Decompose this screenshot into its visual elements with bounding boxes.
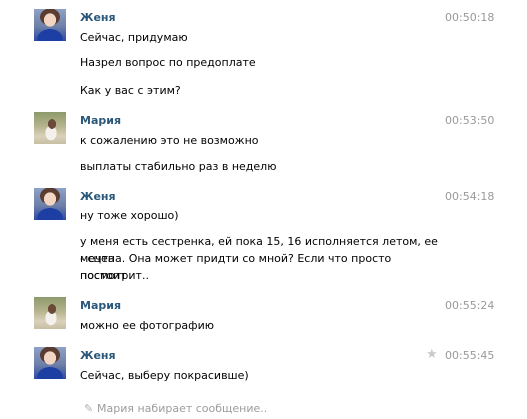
author-name[interactable]: Мария [80,299,121,312]
author-name[interactable]: Женя [80,349,116,362]
author-name[interactable]: Мария [80,114,121,127]
message-text: выплаты стабильно раз в неделю [80,160,277,173]
pencil-icon: ✎ [84,402,94,415]
typing-text: Мария набирает сообщение.. [97,402,268,415]
message-text: Сейчас, выберу покрасивше) [80,369,249,382]
message-text: посмотрит.. [80,269,149,282]
avatar[interactable] [34,297,66,329]
avatar[interactable] [34,9,66,41]
star-icon[interactable]: ★ [426,348,438,361]
message-text: Сейчас, придумаю [80,31,188,44]
message-time: 00:53:50 [445,114,495,127]
message-text: Как у вас с этим? [80,84,181,97]
message-time: 00:55:45 [445,349,495,362]
author-name[interactable]: Женя [80,190,116,203]
message-time: 00:54:18 [445,190,495,203]
avatar[interactable] [34,112,66,144]
message-text: к сожалению это не возможно [80,134,259,147]
message-time: 00:55:24 [445,299,495,312]
message-text: Назрел вопрос по предоплате [80,56,256,69]
message-time: 00:50:18 [445,11,495,24]
chat-history: Женя 00:50:18 Сейчас, придумаю Назрел во… [0,0,527,419]
message-text: ну тоже хорошо) [80,209,179,222]
typing-indicator: ✎ Мария набирает сообщение.. [84,402,267,415]
author-name[interactable]: Женя [80,11,116,24]
avatar[interactable] [34,188,66,220]
message-text: можно ее фотографию [80,319,214,332]
avatar[interactable] [34,347,66,379]
